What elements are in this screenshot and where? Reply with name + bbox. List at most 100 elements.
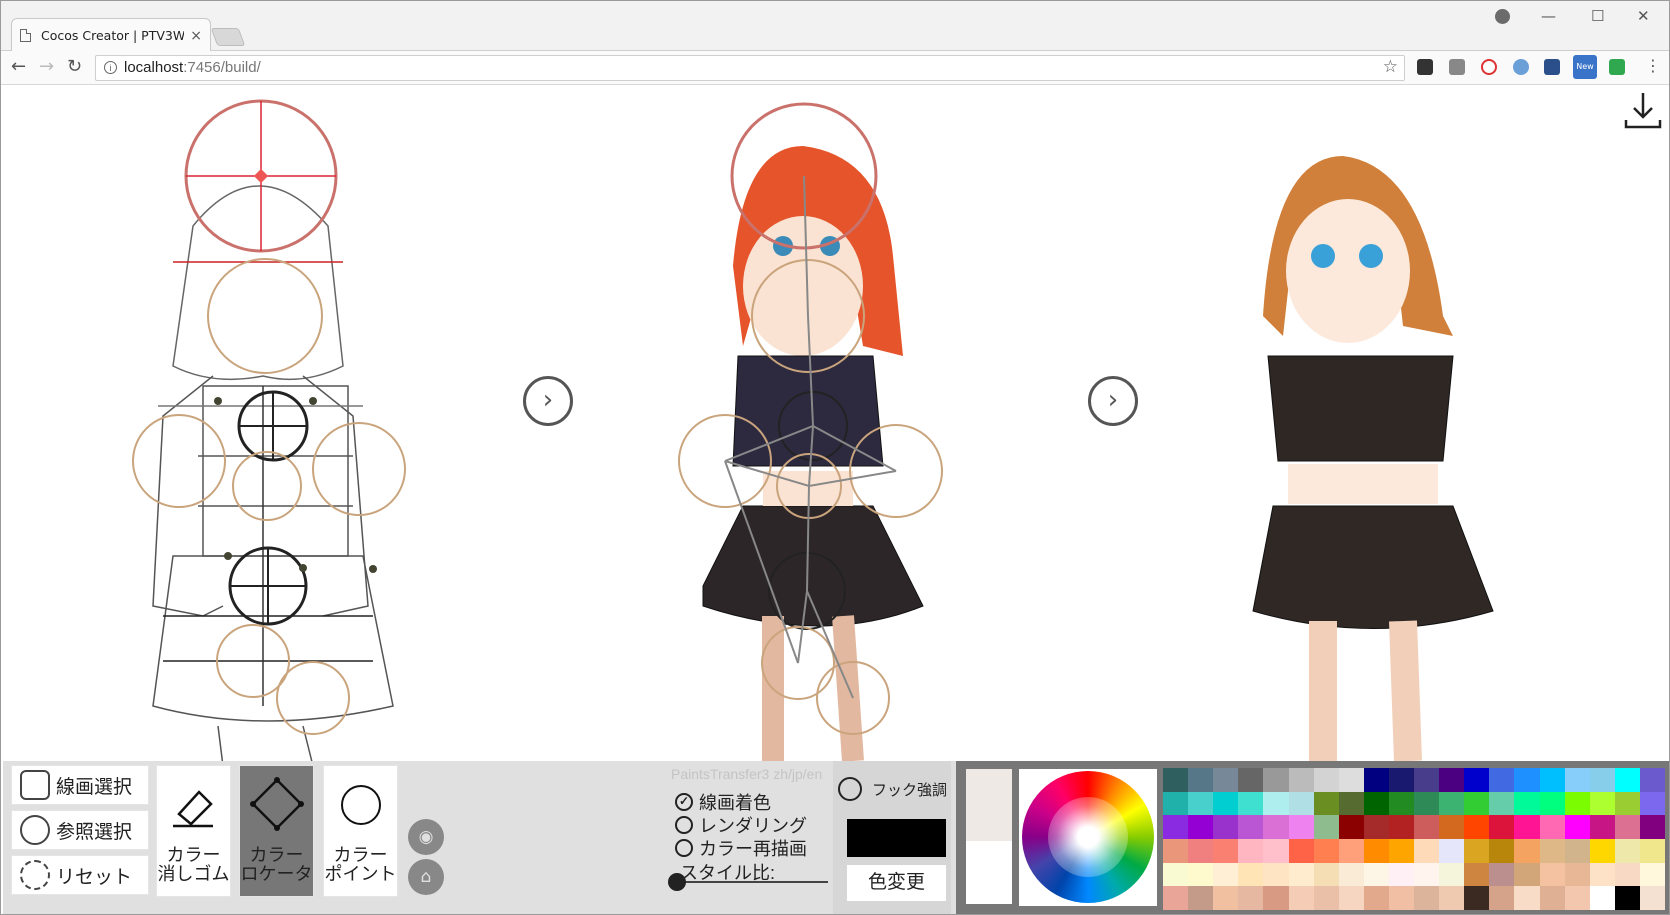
extension-icon-4[interactable] bbox=[1513, 59, 1529, 75]
palette-swatch[interactable] bbox=[1514, 862, 1540, 887]
palette-swatch[interactable] bbox=[1489, 838, 1515, 863]
palette-swatch[interactable] bbox=[1263, 862, 1289, 887]
palette-swatch[interactable] bbox=[1338, 815, 1364, 839]
palette-swatch[interactable] bbox=[1313, 791, 1339, 816]
palette-swatch[interactable] bbox=[1238, 862, 1264, 887]
palette-swatch[interactable] bbox=[1263, 838, 1289, 863]
color-eraser-tool[interactable]: カラー 消しゴム bbox=[156, 765, 231, 897]
palette-swatch[interactable] bbox=[1238, 838, 1264, 863]
download-icon[interactable] bbox=[1623, 90, 1663, 130]
tab-close-icon[interactable]: × bbox=[190, 28, 202, 44]
palette-swatch[interactable] bbox=[1313, 862, 1339, 887]
mode-color-redraw[interactable]: カラー再描画 bbox=[675, 835, 807, 861]
palette-swatch[interactable] bbox=[1263, 768, 1289, 792]
palette-swatch[interactable] bbox=[1464, 886, 1490, 910]
hook-emphasis-toggle[interactable]: フック強調 bbox=[838, 777, 947, 801]
palette-swatch[interactable] bbox=[1213, 815, 1239, 839]
palette-swatch[interactable] bbox=[1414, 886, 1440, 910]
palette-swatch[interactable] bbox=[1188, 815, 1214, 839]
palette-swatch[interactable] bbox=[1489, 886, 1515, 910]
palette-swatch[interactable] bbox=[1363, 838, 1389, 863]
palette-swatch[interactable] bbox=[1539, 791, 1565, 816]
minimize-button[interactable]: — bbox=[1541, 7, 1556, 25]
palette-swatch[interactable] bbox=[1564, 815, 1590, 839]
current-color-swatch[interactable] bbox=[847, 819, 946, 857]
palette-swatch[interactable] bbox=[1614, 862, 1640, 887]
palette-swatch[interactable] bbox=[1464, 838, 1490, 863]
palette-swatch[interactable] bbox=[1388, 886, 1414, 910]
palette-swatch[interactable] bbox=[1614, 791, 1640, 816]
extension-icon-2[interactable] bbox=[1449, 59, 1465, 75]
color-locator-tool[interactable]: カラー ロケータ bbox=[239, 765, 314, 897]
palette-swatch[interactable] bbox=[1288, 791, 1314, 816]
palette-swatch[interactable] bbox=[1213, 838, 1239, 863]
palette-swatch[interactable] bbox=[1414, 838, 1440, 863]
color-point-tool[interactable]: カラー ポイント bbox=[323, 765, 398, 897]
palette-swatch[interactable] bbox=[1589, 791, 1615, 816]
palette-swatch[interactable] bbox=[1163, 768, 1189, 792]
line-art-select-button[interactable]: 線画選択 bbox=[11, 765, 149, 805]
change-color-button[interactable]: 色変更 bbox=[847, 865, 946, 901]
palette-swatch[interactable] bbox=[1388, 862, 1414, 887]
palette-swatch[interactable] bbox=[1589, 886, 1615, 910]
palette-swatch[interactable] bbox=[1539, 815, 1565, 839]
palette-swatch[interactable] bbox=[1163, 791, 1189, 816]
palette-swatch[interactable] bbox=[1614, 886, 1640, 910]
palette-swatch[interactable] bbox=[1238, 791, 1264, 816]
palette-swatch[interactable] bbox=[1388, 838, 1414, 863]
palette-swatch[interactable] bbox=[1614, 815, 1640, 839]
palette-swatch[interactable] bbox=[1514, 838, 1540, 863]
palette-swatch[interactable] bbox=[1539, 886, 1565, 910]
palette-swatch[interactable] bbox=[1188, 768, 1214, 792]
palette-swatch[interactable] bbox=[1639, 768, 1665, 792]
palette-swatch[interactable] bbox=[1263, 886, 1289, 910]
palette-swatch[interactable] bbox=[1464, 768, 1490, 792]
reload-icon[interactable]: ↻ bbox=[67, 56, 82, 77]
white-swatch[interactable] bbox=[966, 841, 1012, 904]
reset-button[interactable]: リセット bbox=[11, 855, 149, 895]
maximize-button[interactable]: ☐ bbox=[1591, 7, 1604, 25]
palette-swatch[interactable] bbox=[1363, 862, 1389, 887]
palette-swatch[interactable] bbox=[1313, 838, 1339, 863]
adblock-icon[interactable] bbox=[1481, 59, 1497, 75]
palette-swatch[interactable] bbox=[1439, 838, 1465, 863]
menu-dots-icon[interactable]: ⋮ bbox=[1645, 56, 1661, 75]
new-tab-button[interactable] bbox=[210, 28, 246, 46]
home-icon[interactable]: ⌂ bbox=[408, 859, 444, 895]
palette-swatch[interactable] bbox=[1639, 886, 1665, 910]
palette-swatch[interactable] bbox=[1288, 768, 1314, 792]
canvas-area[interactable]: › › bbox=[3, 86, 1669, 761]
palette-swatch[interactable] bbox=[1338, 791, 1364, 816]
forward-icon[interactable]: → bbox=[39, 56, 54, 77]
palette-swatch[interactable] bbox=[1238, 768, 1264, 792]
palette-swatch[interactable] bbox=[1539, 862, 1565, 887]
palette-swatch[interactable] bbox=[1439, 791, 1465, 816]
palette-swatch[interactable] bbox=[1363, 791, 1389, 816]
palette-swatch[interactable] bbox=[1514, 815, 1540, 839]
palette-swatch[interactable] bbox=[1163, 838, 1189, 863]
palette-swatch[interactable] bbox=[1639, 791, 1665, 816]
palette-swatch[interactable] bbox=[1464, 791, 1490, 816]
palette-swatch[interactable] bbox=[1388, 791, 1414, 816]
palette-swatch[interactable] bbox=[1614, 768, 1640, 792]
palette-swatch[interactable] bbox=[1589, 862, 1615, 887]
palette-swatch[interactable] bbox=[1313, 768, 1339, 792]
palette-swatch[interactable] bbox=[1163, 886, 1189, 910]
palette-swatch[interactable] bbox=[1464, 815, 1490, 839]
palette-swatch[interactable] bbox=[1489, 815, 1515, 839]
back-icon[interactable]: ← bbox=[11, 56, 26, 77]
palette-swatch[interactable] bbox=[1414, 768, 1440, 792]
palette-swatch[interactable] bbox=[1514, 886, 1540, 910]
palette-swatch[interactable] bbox=[1263, 815, 1289, 839]
palette-swatch[interactable] bbox=[1464, 862, 1490, 887]
close-window-button[interactable]: ✕ bbox=[1637, 7, 1650, 25]
palette-swatch[interactable] bbox=[1439, 886, 1465, 910]
color-wheel[interactable] bbox=[1022, 771, 1154, 903]
palette-swatch[interactable] bbox=[1388, 815, 1414, 839]
palette-swatch[interactable] bbox=[1213, 791, 1239, 816]
palette-swatch[interactable] bbox=[1414, 791, 1440, 816]
palette-swatch[interactable] bbox=[1564, 886, 1590, 910]
palette-swatch[interactable] bbox=[1439, 815, 1465, 839]
palette-swatch[interactable] bbox=[1213, 768, 1239, 792]
palette-swatch[interactable] bbox=[1614, 838, 1640, 863]
